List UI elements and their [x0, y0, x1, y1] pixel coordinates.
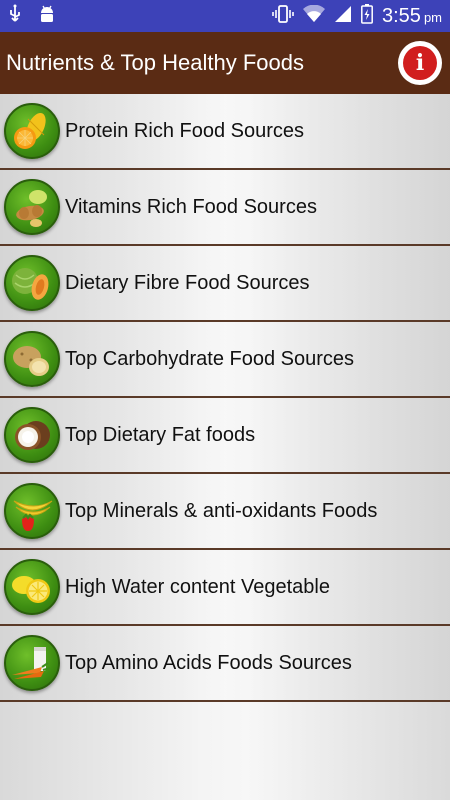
usb-icon	[8, 4, 22, 29]
list-item-label: Protein Rich Food Sources	[65, 119, 305, 142]
clock-time: 3:55	[382, 4, 421, 27]
list-item-label: Top Amino Acids Foods Sources	[65, 651, 352, 674]
corn-orange-icon	[4, 103, 60, 159]
info-glyph: i	[415, 50, 425, 76]
cabbage-papaya-icon	[4, 255, 60, 311]
signal-icon	[334, 5, 352, 28]
list-item-label: Vitamins Rich Food Sources	[65, 195, 317, 218]
android-icon	[38, 4, 56, 29]
status-bar: 3:55 pm	[0, 0, 450, 32]
list-item-fibre[interactable]: Dietary Fibre Food Sources	[0, 246, 450, 322]
list-item-label: Dietary Fibre Food Sources	[65, 271, 310, 294]
list-item-label: Top Carbohydrate Food Sources	[65, 347, 355, 370]
list-item-label: Top Dietary Fat foods	[65, 423, 256, 446]
list-item-carbohydrate[interactable]: Top Carbohydrate Food Sources	[0, 322, 450, 398]
list-item-label: High Water content Vegetable	[65, 575, 330, 598]
info-icon: i	[403, 46, 437, 80]
coconut-icon	[4, 407, 60, 463]
info-button[interactable]: i	[398, 41, 442, 85]
list-item-minerals[interactable]: Top Minerals & anti-oxidants Foods	[0, 474, 450, 550]
app-title: Nutrients & Top Healthy Foods	[6, 50, 304, 75]
list-item-label: Top Minerals & anti-oxidants Foods	[65, 499, 378, 522]
lemon-icon	[4, 559, 60, 615]
clock: 3:55 pm	[382, 5, 442, 28]
app-bar: Nutrients & Top Healthy Foods i	[0, 32, 450, 94]
potato-icon	[4, 331, 60, 387]
vibrate-icon	[272, 4, 294, 28]
peanut-lemon-icon	[4, 179, 60, 235]
wifi-icon	[303, 4, 325, 28]
nutrient-category-list: Protein Rich Food Sources Vitamins Rich …	[0, 94, 450, 702]
list-item-vitamins[interactable]: Vitamins Rich Food Sources	[0, 170, 450, 246]
list-item-dietary-fat[interactable]: Top Dietary Fat foods	[0, 398, 450, 474]
list-item-water-content[interactable]: High Water content Vegetable	[0, 550, 450, 626]
battery-icon	[361, 3, 373, 29]
banana-strawberry-icon	[4, 483, 60, 539]
clock-ampm: pm	[423, 9, 442, 25]
list-item-protein[interactable]: Protein Rich Food Sources	[0, 94, 450, 170]
carrot-milk-icon	[4, 635, 60, 691]
list-item-amino-acids[interactable]: Top Amino Acids Foods Sources	[0, 626, 450, 702]
